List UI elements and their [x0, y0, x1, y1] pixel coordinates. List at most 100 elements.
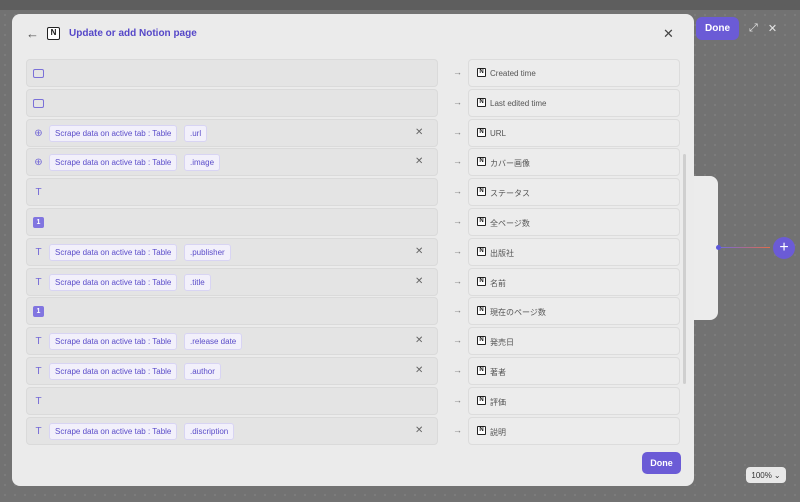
notion-logo-icon: N: [477, 336, 486, 345]
source-field[interactable]: [26, 59, 438, 87]
notion-property: N Created time: [468, 59, 680, 87]
source-field[interactable]: 1: [26, 297, 438, 325]
source-field[interactable]: 1: [26, 208, 438, 236]
close-modal-icon[interactable]: ✕: [663, 26, 674, 42]
notion-logo-icon: N: [477, 306, 486, 315]
clear-icon[interactable]: ✕: [415, 425, 423, 436]
globe-icon: ⊕: [34, 157, 43, 168]
source-field[interactable]: T Scrape data on active tab : Table .publi…: [26, 238, 438, 266]
notion-property-label: 説明: [490, 428, 506, 437]
source-field[interactable]: ⊕ Scrape data on active tab : Table .url ✕: [26, 119, 438, 147]
source-field[interactable]: T Scrape data on active tab : Table .autho…: [26, 357, 438, 385]
mapping-row: T Scrape data on active tab : Table .publi…: [26, 238, 680, 267]
source-field-pill[interactable]: .image: [184, 154, 221, 171]
source-node-pill[interactable]: Scrape data on active tab : Table: [49, 423, 178, 440]
source-node-pill[interactable]: Scrape data on active tab : Table: [49, 274, 178, 291]
notion-property-label: カバー画像: [490, 159, 530, 168]
source-field-pill[interactable]: .title: [184, 274, 211, 291]
notion-logo-icon: N: [477, 247, 486, 256]
add-node-button[interactable]: +: [773, 237, 795, 259]
source-node-pill[interactable]: Scrape data on active tab : Table: [49, 154, 178, 171]
toolbar-done-button[interactable]: Done: [696, 16, 739, 40]
clear-icon[interactable]: ✕: [415, 127, 423, 138]
notion-property-label: ステータス: [490, 189, 530, 198]
zoom-label: 100%: [751, 470, 772, 480]
source-node-pill[interactable]: Scrape data on active tab : Table: [49, 125, 178, 142]
mapping-row: 1 → N 全ページ数: [26, 208, 680, 237]
clear-icon[interactable]: ✕: [415, 156, 423, 167]
done-button[interactable]: Done: [642, 452, 681, 474]
text-icon: T: [35, 336, 42, 347]
clear-icon[interactable]: ✕: [415, 335, 423, 346]
source-field[interactable]: T: [26, 387, 438, 415]
text-icon: T: [35, 396, 42, 407]
arrow-right-icon: →: [453, 186, 462, 196]
mapping-row: → N Created time: [26, 59, 680, 88]
number-icon: 1: [33, 217, 44, 228]
mapping-row: ⊕ Scrape data on active tab : Table .image…: [26, 148, 680, 177]
source-field[interactable]: T: [26, 178, 438, 206]
source-field-pill[interactable]: .author: [184, 363, 221, 380]
back-arrow-icon[interactable]: ←: [26, 26, 39, 41]
source-field-pill[interactable]: .discription: [184, 423, 235, 440]
source-field[interactable]: ⊕ Scrape data on active tab : Table .image…: [26, 148, 438, 176]
edge-handle[interactable]: [716, 245, 721, 250]
chevron-down-icon: ⌄: [773, 470, 781, 480]
notion-property: N 評価: [468, 387, 680, 415]
notion-property-label: 現在のページ数: [490, 308, 546, 317]
notion-property: N 出版社: [468, 238, 680, 266]
arrow-right-icon: →: [453, 216, 462, 226]
notion-property: N 全ページ数: [468, 208, 680, 236]
scrollbar[interactable]: [683, 154, 686, 384]
notion-logo-icon: N: [477, 98, 486, 107]
notion-property-label: 出版社: [490, 249, 514, 258]
arrow-right-icon: →: [453, 67, 462, 77]
notion-logo-icon: N: [477, 187, 486, 196]
workflow-edge: [718, 247, 770, 248]
notion-property: N URL: [468, 119, 680, 147]
source-field[interactable]: T Scrape data on active tab : Table .relea…: [26, 327, 438, 355]
mapping-row: T Scrape data on active tab : Table .autho…: [26, 357, 680, 386]
editor-toolbar: Done ⤢ ✕: [690, 13, 798, 43]
source-node-pill[interactable]: Scrape data on active tab : Table: [49, 333, 178, 350]
source-field[interactable]: [26, 89, 438, 117]
notion-property: N 現在のページ数: [468, 297, 680, 325]
mapping-row: → N Last edited time: [26, 89, 680, 118]
clear-icon[interactable]: ✕: [415, 246, 423, 257]
close-icon[interactable]: ✕: [768, 22, 777, 35]
notion-property: N 著者: [468, 357, 680, 385]
notion-logo-icon: N: [477, 157, 486, 166]
arrow-right-icon: →: [453, 127, 462, 137]
calendar-icon: [33, 69, 44, 78]
mapping-row: ⊕ Scrape data on active tab : Table .url ✕ →…: [26, 119, 680, 148]
text-icon: T: [35, 247, 42, 258]
clear-icon[interactable]: ✕: [415, 276, 423, 287]
source-field-pill[interactable]: .url: [184, 125, 208, 142]
modal-title: Update or add Notion page: [69, 28, 197, 39]
notion-property-label: Created time: [490, 69, 536, 78]
zoom-select[interactable]: 100% ⌄: [746, 467, 786, 483]
notion-logo-icon: N: [477, 426, 486, 435]
mapping-row: 1 → N 現在のページ数: [26, 297, 680, 326]
clear-icon[interactable]: ✕: [415, 365, 423, 376]
notion-property-label: 発売日: [490, 338, 514, 347]
notion-property: N 説明: [468, 417, 680, 445]
globe-icon: ⊕: [34, 128, 43, 139]
notion-logo-icon: N: [477, 68, 486, 77]
source-field[interactable]: T Scrape data on active tab : Table .discr…: [26, 417, 438, 445]
mapping-list: → N Created time → N Last edited time ⊕ Scrape …: [26, 59, 680, 449]
source-node-pill[interactable]: Scrape data on active tab : Table: [49, 244, 178, 261]
notion-property: N Last edited time: [468, 89, 680, 117]
workflow-node[interactable]: [690, 176, 718, 320]
plus-icon: +: [779, 239, 789, 256]
expand-icon[interactable]: ⤢: [749, 22, 758, 35]
notion-property: N カバー画像: [468, 148, 680, 176]
notion-logo-icon: N: [477, 396, 486, 405]
mapping-row: T → N ステータス: [26, 178, 680, 207]
source-field[interactable]: T Scrape data on active tab : Table .title…: [26, 268, 438, 296]
source-node-pill[interactable]: Scrape data on active tab : Table: [49, 363, 178, 380]
notion-logo-icon: N: [47, 27, 60, 40]
text-icon: T: [35, 426, 42, 437]
source-field-pill[interactable]: .release date: [184, 333, 243, 350]
source-field-pill[interactable]: .publisher: [184, 244, 231, 261]
